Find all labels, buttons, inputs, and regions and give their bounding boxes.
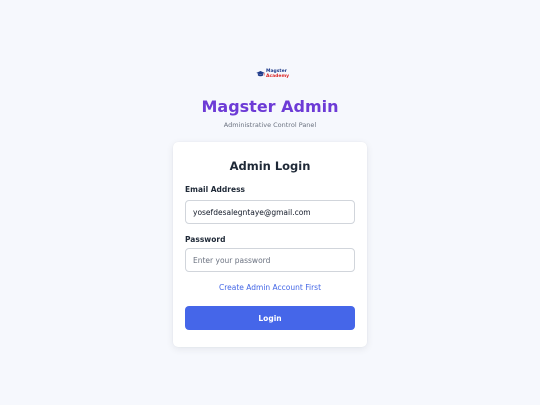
page-subtitle: Administrative Control Panel [223, 121, 317, 129]
password-field[interactable] [185, 248, 355, 272]
password-label: Password [185, 235, 226, 244]
login-card: Admin Login Email Address Password Creat… [173, 142, 367, 347]
login-button[interactable]: Login [185, 306, 355, 330]
graduation-cap-icon [256, 70, 265, 78]
logo-line-2: Academy [266, 74, 290, 79]
login-card-title: Admin Login [229, 159, 311, 173]
email-field[interactable] [185, 200, 355, 224]
brand-logo: Magster Academy [256, 68, 289, 80]
page-title: Magster Admin [201, 97, 339, 116]
logo-text: Magster Academy [266, 69, 289, 79]
create-admin-account-link[interactable]: Create Admin Account First [173, 282, 367, 294]
email-label: Email Address [185, 185, 246, 194]
